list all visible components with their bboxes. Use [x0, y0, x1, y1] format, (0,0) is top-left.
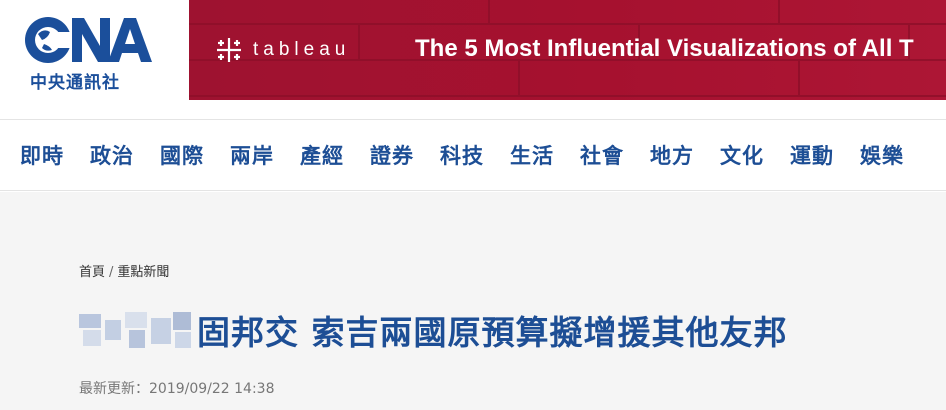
- nav-item-entertainment[interactable]: 娛樂: [860, 140, 904, 170]
- breadcrumb-home-link[interactable]: 首頁: [79, 265, 105, 280]
- site-header: 中央通訊社 tableau The 5 Most Influential Vis…: [0, 0, 946, 118]
- breadcrumb-separator: /: [109, 265, 114, 280]
- nav-item-cross-strait[interactable]: 兩岸: [230, 140, 274, 170]
- article-title-row: 固邦交 索吉兩國原預算擬增援其他友邦: [79, 306, 788, 354]
- article-header: 首頁 / 重點新聞 固邦交 索吉兩國原預算擬增援其他友邦 最新更新：2019/09/…: [0, 192, 946, 410]
- nav-item-economy[interactable]: 產經: [300, 140, 344, 170]
- redacted-blur: [79, 310, 193, 350]
- nav-item-society[interactable]: 社會: [580, 140, 624, 170]
- nav-item-international[interactable]: 國際: [160, 140, 204, 170]
- article-title: 固邦交 索吉兩國原預算擬增援其他友邦: [197, 313, 788, 352]
- nav-item-culture[interactable]: 文化: [720, 140, 764, 170]
- updated-label: 最新更新：: [79, 381, 149, 397]
- banner-ad[interactable]: tableau The 5 Most Influential Visualiza…: [189, 0, 946, 100]
- nav-item-technology[interactable]: 科技: [440, 140, 484, 170]
- cna-logo[interactable]: 中央通訊社: [22, 12, 152, 93]
- tableau-cross-icon: [217, 38, 241, 62]
- nav-item-sports[interactable]: 運動: [790, 140, 834, 170]
- breadcrumb-section-link[interactable]: 重點新聞: [117, 265, 169, 280]
- nav-item-lifestyle[interactable]: 生活: [510, 140, 554, 170]
- cna-logo-mark: [25, 17, 152, 63]
- breadcrumb: 首頁 / 重點新聞: [79, 261, 169, 280]
- tableau-brand: tableau: [215, 36, 350, 64]
- tableau-wordmark: tableau: [253, 39, 351, 60]
- nav-item-realtime[interactable]: 即時: [20, 140, 64, 170]
- nav-item-securities[interactable]: 證券: [370, 140, 414, 170]
- nav-item-local[interactable]: 地方: [650, 140, 694, 170]
- updated-timestamp: 2019/09/22 14:38: [149, 381, 275, 397]
- ad-headline: The 5 Most Influential Visualizations of…: [415, 35, 914, 62]
- last-updated: 最新更新：2019/09/22 14:38: [79, 378, 275, 398]
- org-name: 中央通訊社: [30, 73, 120, 93]
- main-nav: 即時 政治 國際 兩岸 產經 證券 科技 生活 社會 地方 文化 運動 娛樂: [0, 119, 946, 191]
- nav-item-politics[interactable]: 政治: [90, 140, 134, 170]
- nav-list: 即時 政治 國際 兩岸 產經 證券 科技 生活 社會 地方 文化 運動 娛樂: [20, 140, 930, 170]
